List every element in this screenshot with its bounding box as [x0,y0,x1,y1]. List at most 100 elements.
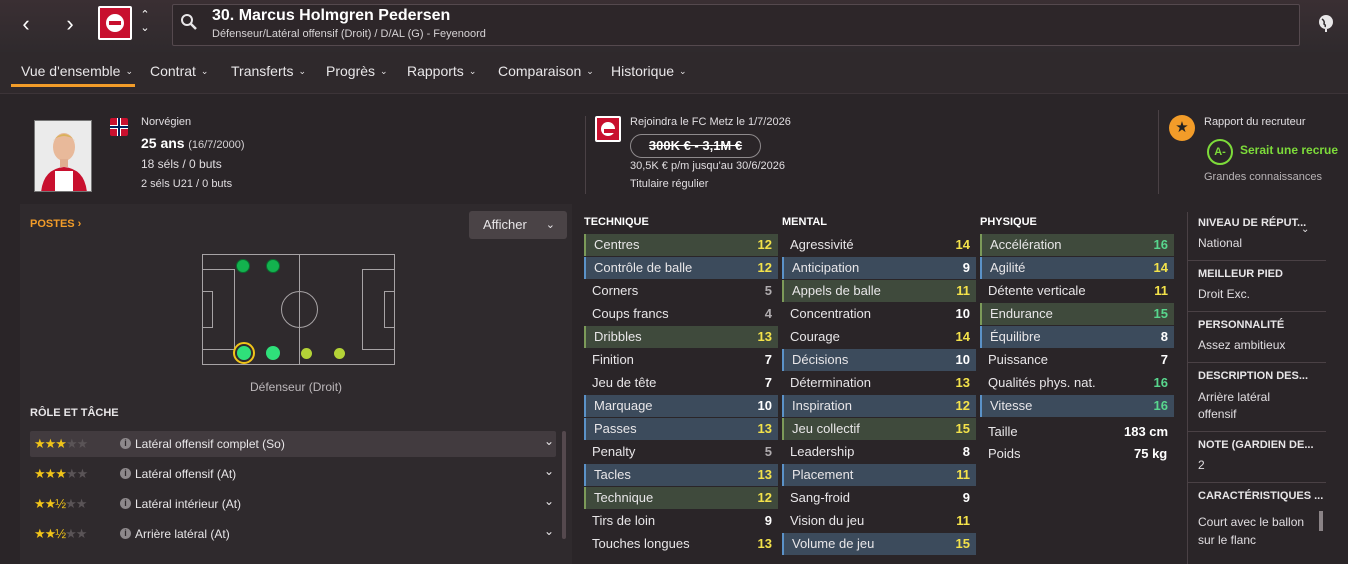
divider [1188,311,1326,312]
attribute-row[interactable]: Dribbles 13 [584,326,778,348]
tab-history[interactable]: Historique ⌄ [611,63,687,79]
attribute-value: 15 [955,536,970,551]
tab-comparison[interactable]: Comparaison ⌄ [498,63,594,79]
role-row[interactable]: ★★½★★ i Arrière latéral (At) ⌄ [30,521,556,547]
attribute-name: Équilibre [990,329,1041,344]
attribute-row[interactable]: Concentration 10 [782,303,976,325]
attribute-name: Vitesse [990,398,1033,413]
attribute-row[interactable]: Anticipation 9 [782,257,976,279]
position-dot [266,259,280,273]
tab-transfers[interactable]: Transferts ⌄ [231,63,306,79]
back-icon[interactable]: ‹ [12,10,40,38]
role-stars: ★★½★★ [34,526,87,541]
role-row[interactable]: ★★★★★ i Latéral offensif complet (So) ⌄ [30,431,556,457]
attribute-value: 15 [1153,306,1168,321]
attribute-row[interactable]: Corners 5 [584,280,778,302]
attribute-row[interactable]: Tacles 13 [584,464,778,486]
norway-flag-icon [110,118,128,136]
attribute-row[interactable]: Vitesse 16 [980,395,1174,417]
traits-scrollbar[interactable] [1319,511,1323,531]
attribute-row[interactable]: Équilibre 8 [980,326,1174,348]
attribute-row[interactable]: Détente verticale 11 [980,280,1174,302]
display-dropdown[interactable]: Afficher ⌄ [469,211,567,239]
positions-link[interactable]: POSTES › [30,218,81,230]
attribute-row[interactable]: Accélération 16 [980,234,1174,256]
roles-scrollbar[interactable] [562,431,566,539]
attribute-row[interactable]: Touches longues 13 [584,533,778,555]
physique-title: PHYSIQUE [980,216,1037,228]
attribute-row[interactable]: Placement 11 [782,464,976,486]
search-icon[interactable] [180,13,198,31]
attribute-value: 12 [757,490,772,505]
attribute-row[interactable]: Contrôle de balle 12 [584,257,778,279]
attribute-value: 9 [764,513,772,528]
attribute-name: Penalty [592,444,636,459]
attribute-value: 12 [757,237,772,252]
attribute-row[interactable]: Coups francs 4 [584,303,778,325]
tab-reports[interactable]: Rapports ⌄ [407,63,476,79]
attribute-row[interactable]: Décisions 10 [782,349,976,371]
attribute-row[interactable]: Jeu de tête 7 [584,372,778,394]
attribute-row[interactable]: Vision du jeu 11 [782,510,976,532]
attribute-value: 9 [962,260,970,275]
tab-progress[interactable]: Progrès ⌄ [326,63,388,79]
attribute-row[interactable]: Technique 12 [584,487,778,509]
info-icon[interactable]: i [120,528,131,539]
foot-header: MEILLEUR PIED [1198,268,1283,280]
gk-rating-value: 2 [1198,458,1205,472]
role-row[interactable]: ★★½★★ i Latéral intérieur (At) ⌄ [30,491,556,517]
attribute-row[interactable]: Puissance 7 [980,349,1174,371]
attribute-row[interactable]: Agressivité 14 [782,234,976,256]
attribute-name: Jeu collectif [792,421,860,436]
chevron-down-icon[interactable]: ⌄ [544,524,554,538]
info-icon[interactable]: i [120,438,131,449]
forward-icon[interactable]: › [56,10,84,38]
tab-overview[interactable]: Vue d'ensemble ⌄ [21,63,133,79]
attribute-row[interactable]: Endurance 15 [980,303,1174,325]
info-icon[interactable]: i [120,498,131,509]
chevron-down-icon[interactable]: ⌄ [544,434,554,448]
attribute-row[interactable]: Appels de balle 11 [782,280,976,302]
attribute-row[interactable]: Centres 12 [584,234,778,256]
attribute-name: Sang-froid [790,490,850,505]
attribute-row[interactable]: Sang-froid 9 [782,487,976,509]
attribute-value: 12 [757,260,772,275]
attribute-row[interactable]: Courage 14 [782,326,976,348]
birth-date: (16/7/2000) [188,139,245,151]
tab-contract[interactable]: Contrat ⌄ [150,63,208,79]
player-switch-arrows-icon[interactable]: ⌃ ⌄ [138,9,152,35]
attribute-value: 15 [955,421,970,436]
weight-value: 75 kg [1134,446,1168,461]
chevron-down-icon[interactable]: ⌄ [544,464,554,478]
star-icon: ★ [1169,115,1195,141]
attribute-row[interactable]: Passes 13 [584,418,778,440]
attribute-name: Centres [594,237,640,252]
transfer-value[interactable]: 300K € - 3,1M € [630,134,761,158]
attribute-row[interactable]: Leadership 8 [782,441,976,463]
attribute-row[interactable]: Finition 7 [584,349,778,371]
attribute-row[interactable]: Détermination 13 [782,372,976,394]
attribute-row[interactable]: Penalty 5 [584,441,778,463]
future-transfer: Rejoindra le FC Metz le 1/7/2026 [630,116,791,128]
attribute-row[interactable]: Qualités phys. nat. 16 [980,372,1174,394]
club-crest-icon[interactable] [98,6,132,40]
info-icon[interactable]: i [120,468,131,479]
attribute-row[interactable]: Volume de jeu 15 [782,533,976,555]
weight-label: Poids [988,446,1021,461]
attribute-row[interactable]: Tirs de loin 9 [584,510,778,532]
attribute-value: 10 [757,398,772,413]
role-stars: ★★½★★ [34,496,87,511]
attribute-value: 8 [962,444,970,459]
attribute-row[interactable]: Agilité 14 [980,257,1174,279]
attribute-value: 9 [962,490,970,505]
chevron-down-icon[interactable]: ⌄ [544,494,554,508]
gk-rating-header: NOTE (GARDIEN DE... [1198,439,1314,451]
scout-report-title[interactable]: Rapport du recruteur [1204,116,1306,128]
attribute-row[interactable]: Jeu collectif 15 [782,418,976,440]
attribute-row[interactable]: Inspiration 12 [782,395,976,417]
chevron-down-icon[interactable]: ⌄ [1301,224,1309,235]
world-icon[interactable] [1316,13,1336,33]
attribute-value: 11 [1154,283,1168,298]
role-row[interactable]: ★★★★★ i Latéral offensif (At) ⌄ [30,461,556,487]
attribute-row[interactable]: Marquage 10 [584,395,778,417]
